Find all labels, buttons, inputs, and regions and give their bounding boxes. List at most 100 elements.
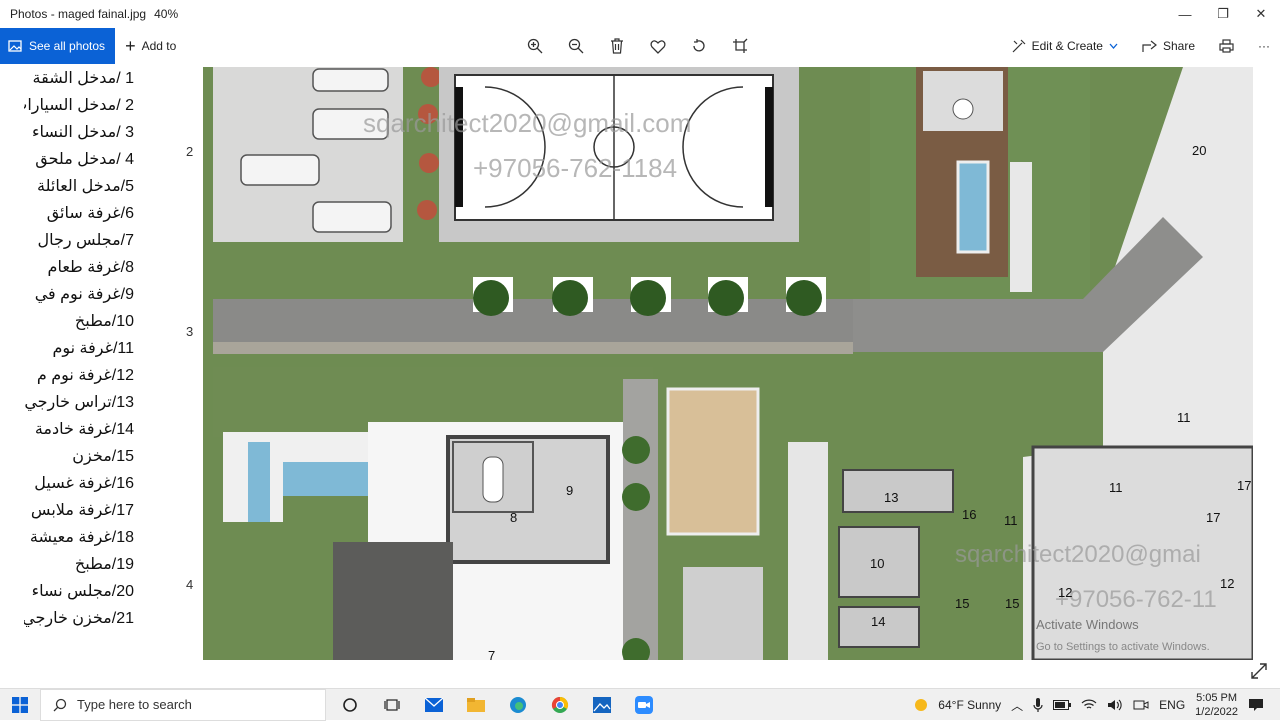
watermark-phone: +97056-762-1184 — [473, 153, 677, 183]
chevron-down-icon — [1109, 43, 1118, 49]
activate-windows-subtitle: Go to Settings to activate Windows. — [1036, 641, 1210, 653]
room-number: 12 — [1220, 576, 1234, 591]
meet-now-icon[interactable] — [1133, 699, 1149, 711]
wifi-icon[interactable] — [1081, 699, 1097, 711]
legend: 1 /مدخل الشقة 2 /مدخل السيارات 3 /مدخل ا… — [24, 66, 134, 633]
zoom-in-icon[interactable] — [525, 36, 545, 56]
task-view-icon[interactable] — [382, 695, 402, 715]
window-controls: — ❐ ✕ — [1166, 0, 1280, 28]
legend-item: 4 /مدخل ملحق — [35, 151, 134, 168]
print-icon — [1219, 39, 1234, 53]
edit-create-button[interactable]: Edit & Create — [1012, 39, 1118, 53]
see-all-label: See all photos — [29, 39, 106, 53]
zoom-level: 40% — [154, 7, 179, 21]
chrome-icon[interactable] — [550, 695, 570, 715]
legend-item: 14/غرفة خادمة — [34, 421, 134, 438]
clock-date: 1/2/2022 — [1195, 706, 1238, 718]
legend-item: 11/غرفة نوم — [52, 340, 134, 357]
legend-item: 7/مجلس رجال — [37, 232, 134, 249]
print-button[interactable] — [1219, 39, 1234, 53]
window-title: Photos - maged fainal.jpg — [10, 7, 147, 21]
room-number: 16 — [962, 507, 976, 522]
legend-item: 8/غرفة طعام — [47, 259, 134, 276]
room-number: 11 — [1177, 410, 1191, 425]
room-number: 17 — [1237, 478, 1251, 493]
fullscreen-icon[interactable] — [1250, 662, 1268, 680]
clock[interactable]: 5:05 PM 1/2/2022 — [1195, 691, 1238, 719]
search-placeholder: Type here to search — [77, 697, 192, 712]
legend-item: 20/مجلس نساء — [31, 583, 134, 600]
photos-icon — [8, 40, 22, 52]
photo-viewer[interactable]: 1 /مدخل الشقة 2 /مدخل السيارات 3 /مدخل ا… — [0, 64, 1280, 688]
photos-app-icon[interactable] — [592, 695, 612, 715]
volume-icon[interactable] — [1107, 699, 1123, 711]
edit-icon — [1012, 39, 1026, 53]
battery-icon[interactable] — [1053, 700, 1072, 710]
rotate-icon[interactable] — [689, 36, 709, 56]
room-number: 17 — [1206, 510, 1220, 525]
windows-logo-icon — [12, 696, 28, 713]
legend-item: 17/غرفة ملابس — [30, 502, 134, 519]
favorite-icon[interactable] — [648, 36, 668, 56]
legend-item: 13/تراس خارجي — [24, 394, 134, 411]
cortana-icon[interactable] — [340, 695, 360, 715]
axis-label: 2 — [186, 144, 194, 159]
legend-item: 3 /مدخل النساء — [31, 124, 134, 141]
legend-item: 2 /مدخل السيارات — [24, 97, 134, 114]
file-explorer-icon[interactable] — [466, 695, 486, 715]
edge-icon[interactable] — [508, 695, 528, 715]
axis-label: 4 — [186, 577, 194, 592]
legend-item: 10/مطبخ — [74, 313, 134, 330]
minimize-button[interactable]: — — [1166, 0, 1204, 28]
more-icon: ··· — [1258, 39, 1270, 53]
room-number: 11 — [1004, 513, 1018, 528]
room-number: 7 — [488, 648, 495, 660]
watermark-phone-2: +97056-762-11 — [1055, 586, 1217, 613]
room-number: 20 — [1192, 143, 1206, 158]
legend-item: 5/مدخل العائلة — [36, 178, 134, 195]
legend-item: 18/غرفة معيشة — [29, 529, 134, 546]
clock-time: 5:05 PM — [1196, 692, 1238, 704]
language-indicator[interactable]: ENG — [1159, 698, 1185, 712]
watermark-email: sqarchitect2020@gmail.com — [363, 108, 691, 138]
notifications-icon[interactable] — [1248, 698, 1264, 712]
taskbar-search[interactable]: Type here to search — [40, 688, 326, 721]
share-button[interactable]: Share — [1142, 39, 1195, 53]
add-to-button[interactable]: + Add to — [125, 37, 176, 55]
add-to-label: Add to — [141, 39, 177, 53]
share-icon — [1142, 40, 1157, 52]
edit-create-label: Edit & Create — [1031, 39, 1103, 53]
legend-item: 19/مطبخ — [74, 556, 134, 573]
room-number: 11 — [1109, 480, 1123, 495]
zoom-app-icon[interactable] — [634, 695, 654, 715]
image-tools — [525, 28, 750, 64]
crop-icon[interactable] — [730, 36, 750, 56]
room-number: 9 — [566, 483, 573, 498]
room-number: 12 — [1058, 585, 1072, 600]
legend-item: 12/غرفة نوم م — [36, 367, 134, 384]
site-plan-drawing: sqarchitect2020@gmail.com +97056-762-118… — [203, 67, 1253, 660]
chevron-up-icon[interactable]: ︿ — [1011, 697, 1023, 714]
zoom-out-icon[interactable] — [566, 36, 586, 56]
mail-icon[interactable] — [424, 695, 444, 715]
watermark-email-2: sqarchitect2020@gmai — [955, 541, 1201, 568]
title-bar: Photos - maged fainal.jpg 40% — ❐ ✕ — [0, 0, 1280, 28]
taskbar: Type here to search 64°F Sunny ︿ ENG 5:0… — [0, 688, 1280, 721]
more-button[interactable]: ··· — [1258, 39, 1270, 53]
legend-item: 15/مخزن — [72, 448, 134, 465]
axis-label: 3 — [186, 324, 194, 339]
taskbar-apps — [340, 695, 654, 715]
weather-text[interactable]: 64°F Sunny — [938, 698, 1001, 712]
room-number: 14 — [871, 614, 885, 629]
see-all-photos-button[interactable]: See all photos — [0, 28, 116, 64]
microphone-icon[interactable] — [1033, 698, 1043, 712]
right-tools: Edit & Create Share ··· — [1012, 28, 1270, 64]
legend-item: 6/غرفة سائق — [46, 205, 134, 222]
close-button[interactable]: ✕ — [1242, 0, 1280, 28]
maximize-button[interactable]: ❐ — [1204, 0, 1242, 28]
search-icon — [53, 698, 67, 711]
sun-icon — [915, 699, 928, 711]
start-button[interactable] — [0, 689, 40, 721]
delete-icon[interactable] — [607, 36, 627, 56]
legend-item: 9/غرفة نوم في — [34, 286, 134, 303]
